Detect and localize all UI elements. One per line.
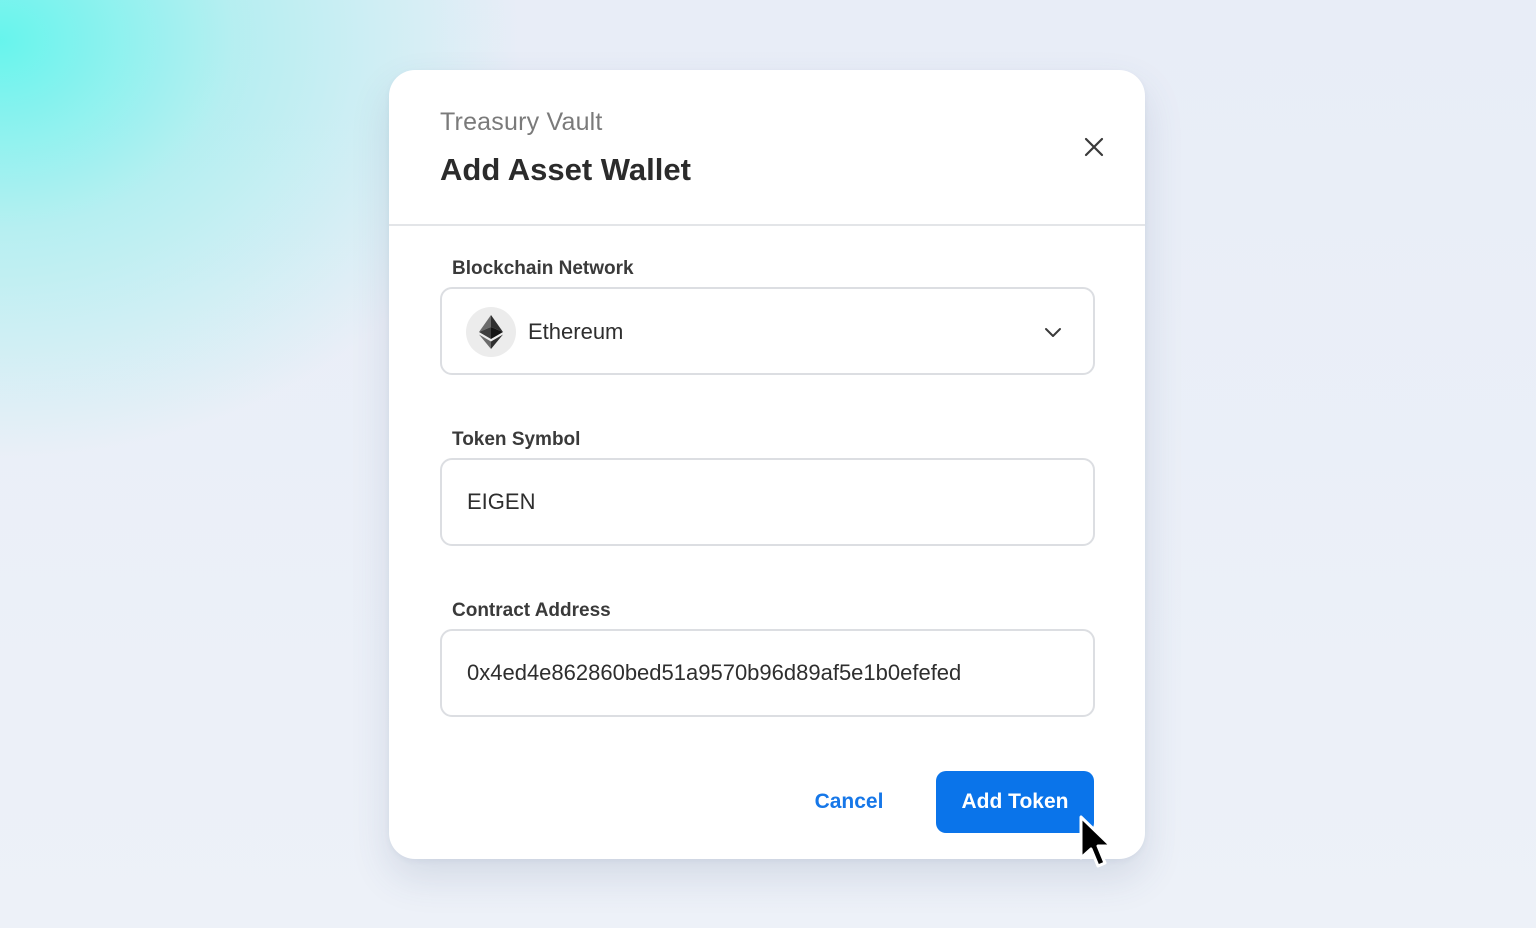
chevron-down-icon: [1045, 328, 1061, 337]
token-symbol-label: Token Symbol: [452, 429, 581, 450]
token-symbol-field-wrapper: [440, 458, 1095, 546]
contract-address-input[interactable]: [442, 631, 1093, 715]
contract-address-label: Contract Address: [452, 600, 611, 621]
dialog-eyebrow: Treasury Vault: [440, 108, 603, 136]
close-icon: [1084, 137, 1104, 157]
cancel-button[interactable]: Cancel: [799, 771, 899, 833]
dialog-header: Treasury Vault Add Asset Wallet: [389, 70, 1145, 226]
add-asset-wallet-dialog: Treasury Vault Add Asset Wallet Blockcha…: [389, 70, 1145, 859]
contract-address-field-wrapper: [440, 629, 1095, 717]
add-token-button[interactable]: Add Token: [936, 771, 1094, 833]
network-select[interactable]: Ethereum: [440, 287, 1095, 375]
network-select-value: Ethereum: [528, 319, 624, 344]
ethereum-icon: [466, 307, 516, 357]
mouse-pointer-icon: [1079, 815, 1113, 868]
close-button[interactable]: [1077, 130, 1111, 164]
dialog-title: Add Asset Wallet: [440, 152, 691, 187]
network-label: Blockchain Network: [452, 258, 634, 279]
token-symbol-input[interactable]: [442, 460, 1093, 544]
